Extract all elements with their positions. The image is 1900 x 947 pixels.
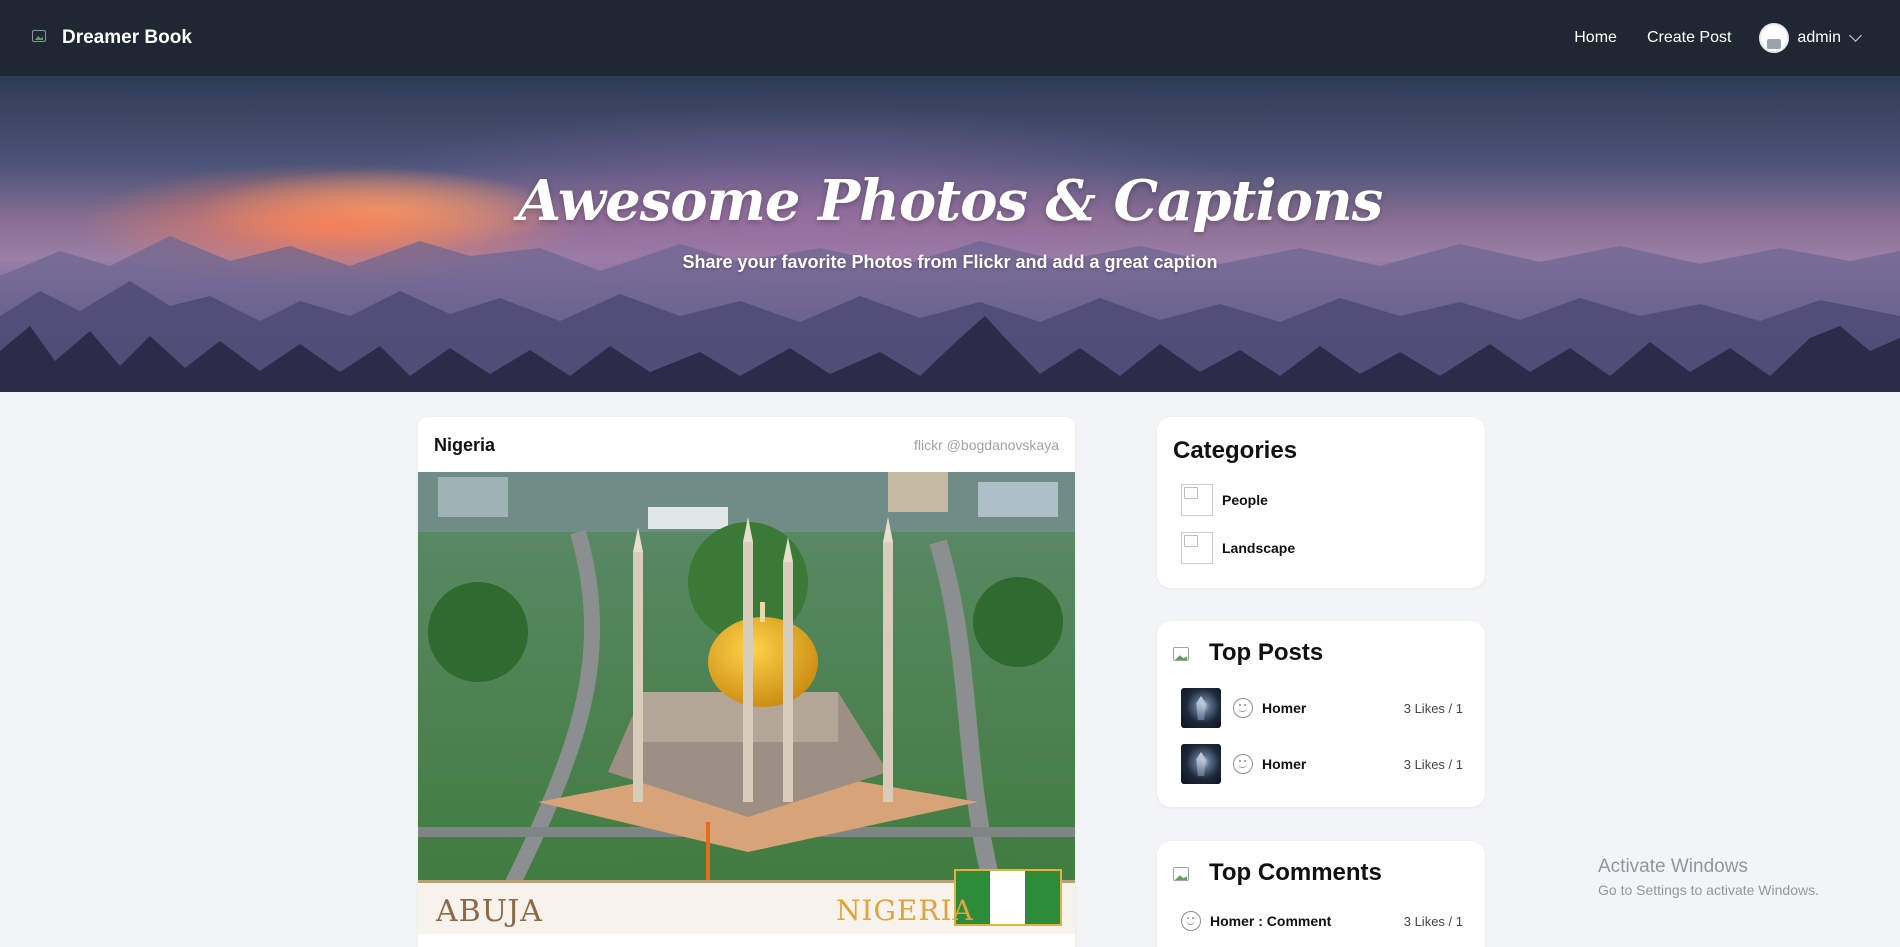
image-label-city: ABUJA <box>436 894 543 929</box>
post-image[interactable]: ABUJA NIGERIA <box>418 472 1075 934</box>
category-label: People <box>1222 492 1268 508</box>
navbar: Dreamer Book Home Create Post admin <box>0 0 1900 76</box>
nav-links: Home Create Post admin <box>1544 0 1862 76</box>
top-comments-card: Top Comments Homer : Comment 3 Likes / 1 <box>1157 841 1485 947</box>
category-image-icon <box>1181 532 1213 564</box>
top-post-author: Homer <box>1262 756 1307 772</box>
smiley-icon <box>1233 698 1253 718</box>
hero-subtitle: Share your favorite Photos from Flickr a… <box>682 252 1218 272</box>
brand-link[interactable]: Dreamer Book <box>32 24 192 52</box>
top-comment-item[interactable]: Homer : Comment 3 Likes / 1 <box>1181 909 1463 933</box>
post-credit[interactable]: flickr @bogdanovskaya <box>914 437 1059 453</box>
category-item-people[interactable]: People <box>1181 483 1268 517</box>
top-post-item[interactable]: Homer 3 Likes / 1 <box>1181 687 1463 729</box>
user-menu[interactable]: admin <box>1759 23 1862 53</box>
watermark-line-1: Activate Windows <box>1598 856 1748 877</box>
broken-image-icon <box>1173 647 1189 661</box>
post-thumbnail <box>1181 744 1221 784</box>
post-thumbnail <box>1181 688 1221 728</box>
top-post-stats: 3 Likes / 1 <box>1403 700 1463 716</box>
broken-image-icon <box>1173 867 1189 881</box>
top-comment-text: Homer : Comment <box>1210 913 1332 929</box>
user-name: admin <box>1797 29 1841 46</box>
top-posts-card: Top Posts Homer 3 Likes / 1 Homer 3 Like… <box>1157 621 1485 807</box>
top-post-item[interactable]: Homer 3 Likes / 1 <box>1181 743 1463 785</box>
hero-title: Awesome Photos & Captions <box>517 168 1384 234</box>
top-comment-stats: 3 Likes / 1 <box>1403 913 1463 929</box>
nav-create-post-link[interactable]: Create Post <box>1647 29 1731 47</box>
categories-card: Categories People Landscape <box>1157 417 1485 588</box>
chevron-down-icon <box>1849 28 1862 42</box>
hero-banner: Awesome Photos & Captions Share your fav… <box>0 76 1900 392</box>
watermark-line-2: Go to Settings to activate Windows. <box>1598 882 1819 898</box>
mosque-photo <box>418 472 1075 934</box>
brand-title: Dreamer Book <box>62 27 192 48</box>
nav-home-link[interactable]: Home <box>1574 29 1617 47</box>
top-post-author: Homer <box>1262 700 1307 716</box>
mountain-silhouette <box>0 236 1900 392</box>
smiley-icon <box>1233 754 1253 774</box>
top-comments-title: Top Comments <box>1209 859 1382 886</box>
category-image-icon <box>1181 484 1213 516</box>
image-label-country: NIGERIA <box>836 894 974 927</box>
top-posts-title: Top Posts <box>1209 639 1324 666</box>
categories-title: Categories <box>1173 437 1298 464</box>
broken-logo-icon <box>32 30 48 46</box>
avatar <box>1759 23 1790 53</box>
windows-activation-watermark: Activate Windows Go to Settings to activ… <box>1598 856 1819 898</box>
post-header: Nigeria flickr @bogdanovskaya <box>418 417 1075 472</box>
category-item-landscape[interactable]: Landscape <box>1181 531 1295 565</box>
post-title: Nigeria <box>434 435 496 455</box>
post-card[interactable]: Nigeria flickr @bogdanovskaya ABUJA NIGE… <box>418 417 1075 947</box>
smiley-icon <box>1181 911 1201 931</box>
top-post-stats: 3 Likes / 1 <box>1403 756 1463 772</box>
category-label: Landscape <box>1222 540 1296 556</box>
